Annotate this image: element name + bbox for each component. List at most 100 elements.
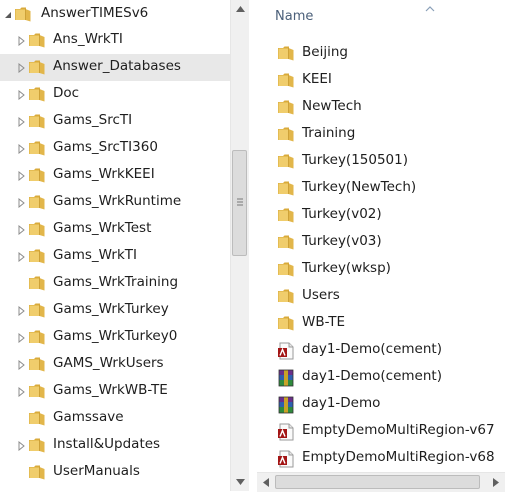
tree-item[interactable]: Gams_WrkTurkey bbox=[0, 297, 230, 324]
collapsed-arrow-icon[interactable] bbox=[17, 162, 26, 189]
scroll-down-arrow-icon[interactable] bbox=[231, 473, 249, 491]
folder-icon bbox=[28, 410, 46, 430]
file-item-label: Training bbox=[302, 125, 356, 141]
nav-vertical-scrollbar[interactable] bbox=[230, 0, 249, 491]
access-database-icon bbox=[277, 423, 295, 445]
collapsed-arrow-icon[interactable] bbox=[17, 432, 26, 459]
file-item-label: day1-Demo bbox=[302, 395, 381, 411]
folder-icon bbox=[28, 113, 46, 133]
folder-icon bbox=[277, 234, 295, 254]
collapsed-arrow-icon[interactable] bbox=[17, 189, 26, 216]
tree-root-item[interactable]: AnswerTIMESv6 bbox=[0, 1, 230, 28]
tree-item-label: UserManuals bbox=[53, 463, 140, 479]
tree-item-label: Gams_SrcTI360 bbox=[53, 139, 158, 155]
tree-item[interactable]: Ans_WrkTI bbox=[0, 27, 230, 54]
file-item-label: Turkey(NewTech) bbox=[302, 179, 417, 195]
scroll-thumb[interactable] bbox=[275, 475, 480, 489]
collapsed-arrow-icon[interactable] bbox=[17, 135, 26, 162]
tree-item[interactable]: Gams_SrcTI360 bbox=[0, 135, 230, 162]
folder-item[interactable]: Users bbox=[257, 283, 505, 310]
tree-item-label: GAMS_WrkUsers bbox=[53, 355, 164, 371]
collapsed-arrow-icon[interactable] bbox=[17, 81, 26, 108]
folder-icon bbox=[28, 194, 46, 214]
file-item-label: WB-TE bbox=[302, 314, 346, 330]
tree-item[interactable]: Install&Updates bbox=[0, 432, 230, 459]
collapsed-arrow-icon[interactable] bbox=[17, 297, 26, 324]
folder-icon bbox=[28, 248, 46, 268]
expanded-arrow-icon[interactable] bbox=[3, 1, 12, 28]
file-item-label: Turkey(v02) bbox=[302, 206, 382, 222]
folder-item[interactable]: WB-TE bbox=[257, 310, 505, 337]
collapsed-arrow-icon[interactable] bbox=[17, 54, 26, 81]
folder-icon bbox=[277, 315, 295, 335]
folder-icon bbox=[28, 59, 46, 79]
folder-item[interactable]: Turkey(NewTech) bbox=[257, 175, 505, 202]
folder-item[interactable]: Turkey(150501) bbox=[257, 148, 505, 175]
tree-item-label: Gams_SrcTI bbox=[53, 112, 133, 128]
scroll-thumb[interactable] bbox=[232, 150, 247, 256]
collapsed-arrow-icon[interactable] bbox=[17, 378, 26, 405]
tree-item[interactable]: Gams_WrkTurkey0 bbox=[0, 324, 230, 351]
file-item[interactable]: day1-Demo(cement) bbox=[257, 337, 505, 364]
folder-icon bbox=[14, 6, 32, 26]
tree-item[interactable]: Answer_Databases bbox=[0, 54, 230, 81]
collapsed-arrow-icon[interactable] bbox=[17, 108, 26, 135]
folder-icon bbox=[277, 99, 295, 119]
folder-icon bbox=[277, 180, 295, 200]
folder-item[interactable]: Training bbox=[257, 121, 505, 148]
file-item[interactable]: EmptyDemoMultiRegion-v67 bbox=[257, 418, 505, 445]
rar-archive-icon bbox=[277, 396, 295, 418]
folder-icon bbox=[28, 437, 46, 457]
file-item[interactable]: day1-Demo bbox=[257, 391, 505, 418]
folder-item[interactable]: NewTech bbox=[257, 94, 505, 121]
file-item-label: EmptyDemoMultiRegion-v67 bbox=[302, 422, 495, 438]
folder-item[interactable]: Beijing bbox=[257, 40, 505, 67]
file-item-label: KEEI bbox=[302, 71, 332, 87]
file-item[interactable]: EmptyDemoMultiRegion-v68 bbox=[257, 445, 505, 472]
tree-item-label: Gams_WrkTI bbox=[53, 247, 138, 263]
collapsed-arrow-icon[interactable] bbox=[17, 351, 26, 378]
content-horizontal-scrollbar[interactable] bbox=[257, 472, 505, 492]
tree-item[interactable]: Gams_WrkTI bbox=[0, 243, 230, 270]
tree-item-label: Gams_WrkTurkey0 bbox=[53, 328, 178, 344]
tree-item[interactable]: Gams_SrcTI bbox=[0, 108, 230, 135]
collapsed-arrow-icon[interactable] bbox=[17, 216, 26, 243]
pane-splitter[interactable] bbox=[249, 0, 257, 491]
folder-icon bbox=[28, 221, 46, 241]
folder-item[interactable]: Turkey(v02) bbox=[257, 202, 505, 229]
folder-icon bbox=[28, 464, 46, 484]
file-item-label: NewTech bbox=[302, 98, 362, 114]
folder-icon bbox=[28, 32, 46, 52]
file-item[interactable]: day1-Demo(cement) bbox=[257, 364, 505, 391]
scroll-up-arrow-icon[interactable] bbox=[231, 0, 249, 18]
tree-item[interactable]: Gams_WrkTraining bbox=[0, 270, 230, 297]
folder-icon bbox=[28, 167, 46, 187]
tree-item[interactable]: Gams_WrkRuntime bbox=[0, 189, 230, 216]
tree-item[interactable]: Gams_WrkWB-TE bbox=[0, 378, 230, 405]
column-header-name[interactable]: Name bbox=[257, 0, 505, 34]
scroll-left-arrow-icon[interactable] bbox=[257, 474, 274, 491]
column-header-label: Name bbox=[275, 9, 314, 24]
file-item-label: day1-Demo(cement) bbox=[302, 368, 442, 384]
tree-item[interactable]: Gams_WrkKEEI bbox=[0, 162, 230, 189]
tree-item-label: Doc bbox=[53, 85, 80, 101]
tree-item[interactable]: UserManuals bbox=[0, 459, 230, 486]
collapsed-arrow-icon[interactable] bbox=[17, 27, 26, 54]
tree-item-label: Gamssave bbox=[53, 409, 124, 425]
folder-icon bbox=[277, 288, 295, 308]
folder-icon bbox=[28, 329, 46, 349]
collapsed-arrow-icon[interactable] bbox=[17, 324, 26, 351]
file-list-pane: Name Beijing KEEI NewTech Training Turkey(15… bbox=[257, 0, 505, 491]
folder-item[interactable]: KEEI bbox=[257, 67, 505, 94]
file-item-label: day1-Demo(cement) bbox=[302, 341, 442, 357]
scroll-right-arrow-icon[interactable] bbox=[487, 474, 504, 491]
tree-item-label: Install&Updates bbox=[53, 436, 161, 452]
tree-item[interactable]: Doc bbox=[0, 81, 230, 108]
tree-item[interactable]: Gamssave bbox=[0, 405, 230, 432]
tree-item[interactable]: Gams_WrkTest bbox=[0, 216, 230, 243]
tree-item[interactable]: GAMS_WrkUsers bbox=[0, 351, 230, 378]
file-item-label: EmptyDemoMultiRegion-v68 bbox=[302, 449, 495, 465]
folder-item[interactable]: Turkey(v03) bbox=[257, 229, 505, 256]
collapsed-arrow-icon[interactable] bbox=[17, 243, 26, 270]
folder-item[interactable]: Turkey(wksp) bbox=[257, 256, 505, 283]
